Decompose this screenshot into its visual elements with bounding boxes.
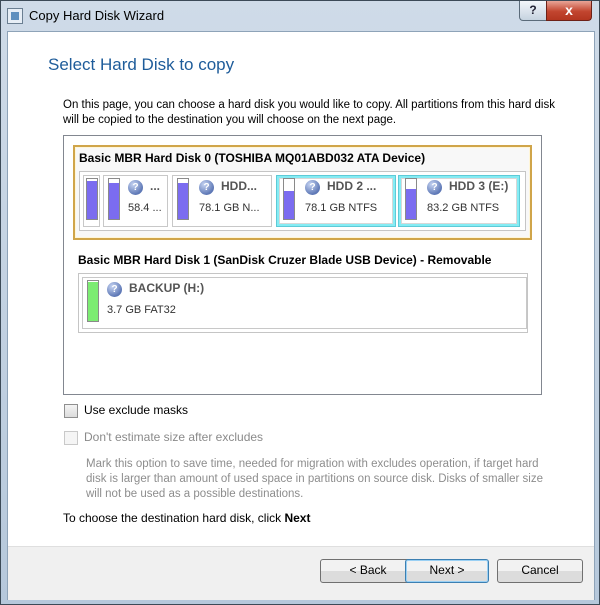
question-icon: ?	[128, 180, 143, 195]
wizard-page: Select Hard Disk to copy On this page, y…	[7, 31, 595, 600]
disk-title: Basic MBR Hard Disk 0 (TOSHIBA MQ01ABD03…	[79, 151, 426, 165]
partition-item[interactable]: ? ... 58.4 ...	[103, 175, 168, 227]
exclude-masks-label[interactable]: Use exclude masks	[84, 403, 188, 417]
dont-estimate-checkbox	[64, 431, 78, 445]
used-space-bar	[177, 178, 189, 220]
partition-name: HDD 2 ...	[327, 179, 377, 193]
disk-list[interactable]: Basic MBR Hard Disk 0 (TOSHIBA MQ01ABD03…	[63, 135, 542, 395]
partition-item-selected[interactable]: ? HDD 3 (E:) 83.2 GB NTFS	[398, 175, 520, 227]
disk-item-1[interactable]: Basic MBR Hard Disk 1 (SanDisk Cruzer Bl…	[72, 247, 530, 338]
used-space-bar	[86, 178, 98, 220]
window-title: Copy Hard Disk Wizard	[29, 8, 165, 23]
partition-info: 78.1 GB NTFS	[305, 202, 378, 214]
app-icon	[7, 8, 23, 24]
dont-estimate-label: Don't estimate size after excludes	[84, 430, 264, 444]
next-button[interactable]: Next >	[405, 559, 489, 583]
next-hint-text: To choose the destination hard disk, cli…	[63, 511, 282, 525]
title-bar[interactable]: Copy Hard Disk Wizard ? x	[1, 1, 599, 31]
used-space-bar	[405, 178, 417, 220]
partition-item-selected[interactable]: ? HDD 2 ... 78.1 GB NTFS	[276, 175, 396, 227]
question-icon: ?	[107, 282, 122, 297]
question-icon: ?	[199, 180, 214, 195]
partition-item[interactable]	[83, 175, 100, 227]
help-button[interactable]: ?	[519, 1, 547, 21]
disk-title: Basic MBR Hard Disk 1 (SanDisk Cruzer Bl…	[78, 253, 492, 267]
page-description: On this page, you can choose a hard disk…	[63, 99, 555, 126]
partition-list: ? ... 58.4 ... ? HDD... 78.1 GB N... ? H…	[79, 171, 526, 231]
page-heading: Select Hard Disk to copy	[48, 55, 235, 74]
option-help-text: Mark this option to save time, needed fo…	[86, 458, 544, 500]
next-hint: To choose the destination hard disk, cli…	[63, 511, 310, 525]
used-space-bar	[108, 178, 120, 220]
exclude-masks-checkbox[interactable]	[64, 404, 78, 418]
partition-name: BACKUP (H:)	[129, 281, 205, 295]
partition-info: 83.2 GB NTFS	[427, 202, 500, 214]
partition-item[interactable]: ? BACKUP (H:) 3.7 GB FAT32	[82, 277, 527, 329]
used-space-bar	[87, 280, 99, 322]
back-button[interactable]: < Back	[320, 559, 416, 583]
next-hint-bold: Next	[284, 511, 311, 525]
cancel-button[interactable]: Cancel	[497, 559, 583, 583]
question-icon: ?	[427, 180, 442, 195]
close-button[interactable]: x	[546, 1, 592, 21]
partition-name: HDD...	[221, 179, 257, 193]
partition-info: 3.7 GB FAT32	[107, 304, 176, 316]
partition-list: ? BACKUP (H:) 3.7 GB FAT32	[78, 273, 528, 333]
question-icon: ?	[305, 180, 320, 195]
used-space-bar	[283, 178, 295, 220]
disk-item-0[interactable]: Basic MBR Hard Disk 0 (TOSHIBA MQ01ABD03…	[73, 145, 532, 240]
wizard-window: Copy Hard Disk Wizard ? x Select Hard Di…	[0, 0, 600, 605]
partition-info: 78.1 GB N...	[199, 202, 260, 214]
partition-name: HDD 3 (E:)	[449, 179, 509, 193]
partition-name: ...	[150, 179, 161, 193]
partition-item[interactable]: ? HDD... 78.1 GB N...	[172, 175, 272, 227]
partition-info: 58.4 ...	[128, 202, 162, 214]
